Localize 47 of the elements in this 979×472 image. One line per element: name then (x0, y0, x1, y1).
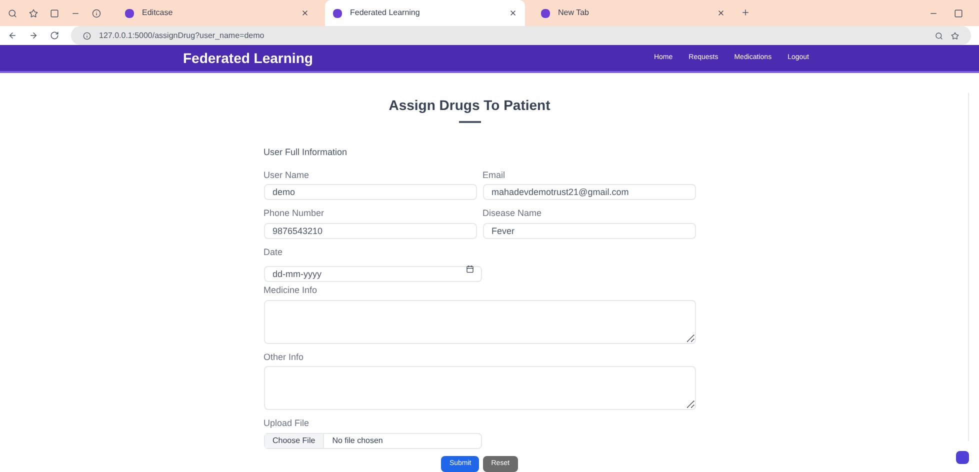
zoom-icon[interactable] (935, 32, 943, 40)
file-field[interactable]: Choose File No file chosen (264, 432, 482, 449)
date-field[interactable]: dd-mm-yyyy (264, 266, 482, 282)
info-icon[interactable] (92, 8, 101, 18)
field-label: Phone Number (264, 207, 324, 220)
field-label: Disease Name (482, 207, 542, 220)
text-field[interactable]: Fever (482, 222, 696, 239)
tab-title: Federated Learning (350, 7, 421, 19)
browser-tab[interactable]: New Tab (533, 0, 733, 26)
choose-file-button[interactable]: Choose File (264, 434, 324, 448)
reload-icon[interactable] (50, 31, 59, 40)
section-title: User Full Information (264, 146, 348, 160)
file-status: No file chosen (331, 434, 384, 447)
info-icon (83, 32, 91, 40)
tab-favicon-icon (125, 8, 134, 18)
brand-title[interactable]: Federated Learning (183, 48, 313, 69)
field-label: Medicine Info (264, 284, 318, 298)
text-field[interactable]: demo (264, 184, 476, 200)
field-label: Other Info (264, 350, 304, 364)
forward-icon[interactable] (29, 31, 38, 40)
page-title: Assign Drugs To Patient (388, 96, 550, 116)
field-label: Date (264, 246, 283, 259)
star-icon[interactable] (29, 8, 38, 18)
close-icon[interactable] (301, 9, 309, 17)
bookmark-icon[interactable] (951, 32, 959, 40)
search-icon[interactable] (8, 8, 17, 18)
text-field[interactable]: 9876543210 (264, 222, 476, 239)
browser-tab[interactable]: Editcase (117, 0, 317, 26)
close-icon[interactable] (509, 9, 517, 17)
square-icon[interactable] (50, 8, 59, 18)
field-label: User Name (264, 168, 310, 182)
tab-title: Editcase (142, 7, 174, 19)
chat-widget-button[interactable] (956, 450, 969, 464)
new-tab-icon[interactable] (741, 8, 750, 17)
address-bar[interactable]: 127.0.0.1:5000/assignDrug?user_name=demo (71, 26, 971, 46)
field-label: Upload File (264, 417, 310, 430)
calendar-icon[interactable] (466, 265, 474, 274)
browser-tab[interactable]: Federated Learning (325, 0, 525, 26)
back-icon[interactable] (8, 31, 17, 40)
text-field[interactable]: mahadevdemotrust21@gmail.com (482, 184, 696, 200)
tab-favicon-icon (541, 8, 550, 18)
maximize-icon[interactable] (954, 8, 963, 18)
tab-favicon-icon (333, 8, 342, 18)
url-text: 127.0.0.1:5000/assignDrug?user_name=demo (99, 30, 266, 42)
tab-title: New Tab (558, 7, 590, 19)
field-label: Email (482, 168, 506, 182)
close-icon[interactable] (717, 9, 725, 17)
